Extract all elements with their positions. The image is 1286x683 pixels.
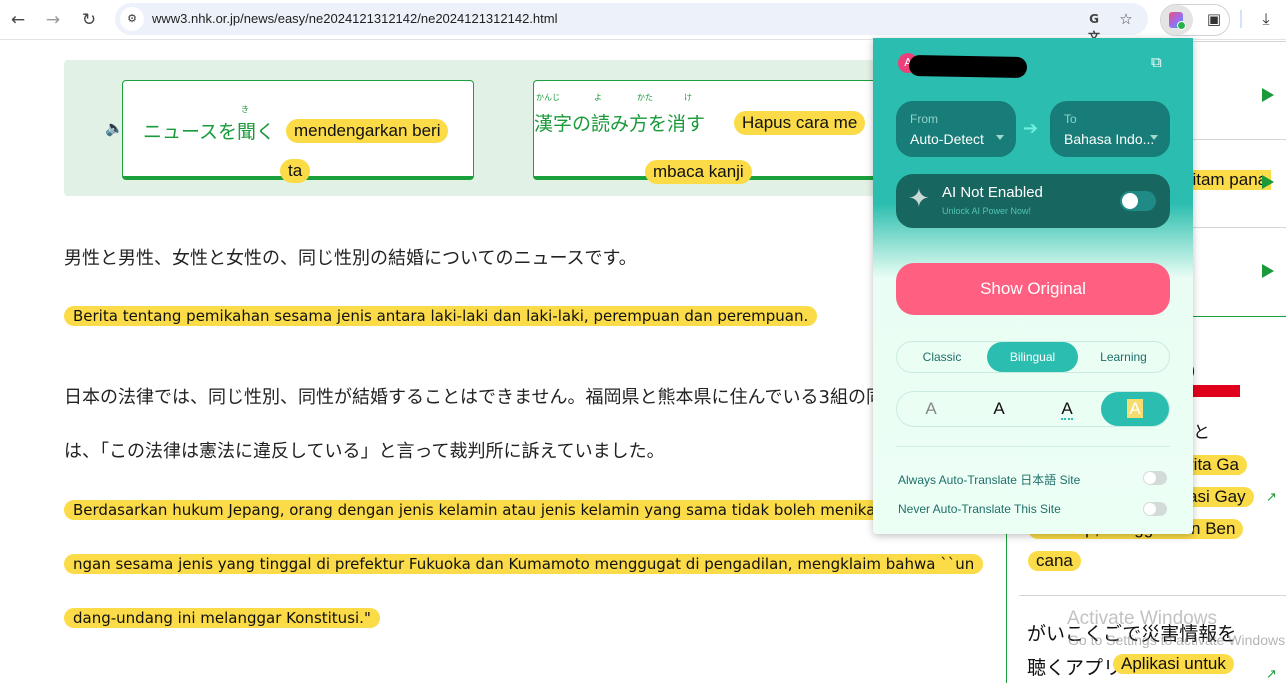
- translate-extension-popup: A ⧉ From Auto-Detect ➔ To Bahasa Indo...…: [873, 38, 1193, 534]
- sidebar-item-jp[interactable]: と: [1193, 418, 1210, 443]
- play-icon[interactable]: [1262, 175, 1274, 189]
- google-translate-icon[interactable]: G文: [1085, 10, 1103, 44]
- paragraph-translation: dang-undang ini melanggar Konstitusi.": [64, 608, 380, 628]
- url-text[interactable]: www3.nhk.or.jp/news/easy/ne2024121312142…: [152, 11, 557, 26]
- reload-icon: ↻: [81, 10, 97, 30]
- arrow-right-icon: →: [45, 10, 61, 30]
- windows-activation-title: Activate Windows: [1067, 608, 1217, 629]
- chevron-down-icon: [1150, 135, 1158, 140]
- divider: [896, 446, 1170, 447]
- ruby-text: かんじ: [536, 93, 560, 102]
- mode-learning[interactable]: Learning: [1078, 342, 1169, 372]
- sidebar-item-translation: Aplikasi untuk: [1113, 654, 1234, 674]
- toggle-knob: [1122, 193, 1138, 209]
- style-dotted-underline[interactable]: A: [1033, 392, 1101, 426]
- ai-toggle[interactable]: [1120, 191, 1156, 211]
- share-icon[interactable]: ⧉: [1151, 53, 1162, 71]
- paragraph-translation: Berita tentang pemikahan sesama jenis an…: [64, 306, 818, 326]
- toolbar-separator: [1240, 10, 1242, 28]
- display-mode-selector: Classic Bilingual Learning: [896, 341, 1170, 373]
- ruby-text: け: [684, 93, 692, 102]
- immersive-translate-extension-button[interactable]: [1161, 5, 1193, 35]
- article-controls: 🔈 き ニュースを聞く mendengarkan beri ta かんじ よ か…: [64, 60, 904, 196]
- arrow-right-icon: ➔: [1023, 118, 1039, 139]
- ruby-text: き: [241, 105, 249, 114]
- ai-subtitle[interactable]: Unlock AI Power Now!: [942, 206, 1031, 216]
- source-language-select[interactable]: From Auto-Detect: [896, 101, 1016, 157]
- listen-news-button[interactable]: 🔈 き ニュースを聞く mendengarkan beri ta: [105, 80, 474, 183]
- paragraph-jp: 男性と男性、女性と女性の、同じ性別の結婚についてのニュースです。: [64, 248, 637, 269]
- style-plain[interactable]: A: [897, 392, 965, 426]
- redacted-username: [908, 54, 1028, 79]
- chevron-down-icon: [996, 135, 1004, 140]
- check-badge-icon: [1177, 21, 1186, 30]
- toggle-knob: [1144, 472, 1156, 484]
- target-language-select[interactable]: To Bahasa Indo...: [1050, 101, 1170, 157]
- style-highlight[interactable]: A: [1101, 392, 1169, 426]
- back-button[interactable]: ←: [6, 8, 30, 32]
- style-label: A: [925, 399, 937, 418]
- sidebar-item-jp[interactable]: 聴くアプリ: [1027, 653, 1122, 680]
- mode-bilingual[interactable]: Bilingual: [987, 342, 1078, 372]
- puzzle-icon[interactable]: ▣: [1204, 9, 1224, 29]
- bookmark-star-icon[interactable]: ☆: [1117, 10, 1135, 28]
- paragraph-jp: は、「この法律は憲法に違反している」と言って裁判所に訴えていました。: [64, 441, 665, 462]
- style-bold[interactable]: A: [965, 392, 1033, 426]
- style-label: A: [1061, 399, 1073, 420]
- listen-translation-cont: ta: [280, 159, 311, 183]
- sparkle-icon: ✦: [908, 184, 930, 214]
- show-original-button[interactable]: Show Original: [896, 263, 1170, 315]
- tune-icon: ⚙: [127, 12, 137, 25]
- toggle-knob: [1144, 503, 1156, 515]
- always-translate-toggle[interactable]: [1143, 471, 1167, 485]
- to-label: To: [1064, 112, 1077, 126]
- play-icon[interactable]: [1262, 88, 1274, 102]
- from-value: Auto-Detect: [910, 131, 984, 147]
- never-translate-toggle[interactable]: [1143, 502, 1167, 516]
- never-translate-label: Never Auto-Translate This Site: [898, 502, 1061, 516]
- windows-activation-subtitle: Go to Settings to activate Windows.: [1068, 632, 1286, 648]
- ruby-text: よ: [594, 93, 602, 102]
- paragraph-translation: ngan sesama jenis yang tinggal di prefek…: [64, 554, 984, 574]
- arrow-left-icon: ←: [10, 10, 26, 30]
- browser-toolbar: ← → ↻ ⚙ www3.nhk.or.jp/news/easy/ne20241…: [0, 0, 1286, 44]
- hide-kanji-reading-button[interactable]: かんじ よ かた け 漢字の読み方を消す Hapus cara me mbaca…: [533, 80, 904, 184]
- to-value: Bahasa Indo...: [1064, 131, 1155, 147]
- forward-button[interactable]: →: [41, 8, 65, 32]
- ai-panel: ✦ AI Not Enabled Unlock AI Power Now!: [896, 174, 1170, 228]
- external-link-icon[interactable]: ↗: [1266, 667, 1277, 682]
- sidebar-item-translation: cana: [1028, 551, 1081, 571]
- ruby-text: かた: [637, 93, 653, 102]
- address-bar[interactable]: ⚙ www3.nhk.or.jp/news/easy/ne20241213121…: [115, 3, 1148, 44]
- ai-title: AI Not Enabled: [942, 184, 1043, 201]
- listen-label: ニュースを聞く: [143, 121, 276, 143]
- listen-translation: mendengarkan beri: [286, 119, 449, 143]
- always-translate-label: Always Auto-Translate 日本語 Site: [898, 473, 1081, 487]
- speaker-icon: 🔈: [105, 119, 124, 137]
- style-label: A: [993, 399, 1005, 418]
- style-label: A: [1127, 399, 1143, 418]
- external-link-icon[interactable]: ↗: [1266, 490, 1277, 505]
- paragraph-jp: 日本の法律では、同じ性別、同性が結婚することはできません。福岡県と熊本県に住んで…: [64, 387, 939, 408]
- reload-button[interactable]: ↻: [77, 8, 101, 32]
- translation-style-selector: A A A A: [896, 391, 1170, 427]
- from-label: From: [910, 112, 938, 126]
- paragraph-translation: Berdasarkan hukum Jepang, orang dengan j…: [64, 500, 913, 520]
- sidebar-divider: [1019, 595, 1286, 596]
- mode-classic[interactable]: Classic: [897, 342, 987, 372]
- site-info-button[interactable]: ⚙: [120, 7, 144, 31]
- hide-reading-label: 漢字の読み方を消す: [534, 113, 706, 135]
- download-icon[interactable]: ⤓: [1256, 9, 1276, 29]
- hide-reading-translation-cont: mbaca kanji: [645, 160, 752, 184]
- hide-reading-translation: Hapus cara me: [734, 111, 866, 135]
- play-icon[interactable]: [1262, 264, 1274, 278]
